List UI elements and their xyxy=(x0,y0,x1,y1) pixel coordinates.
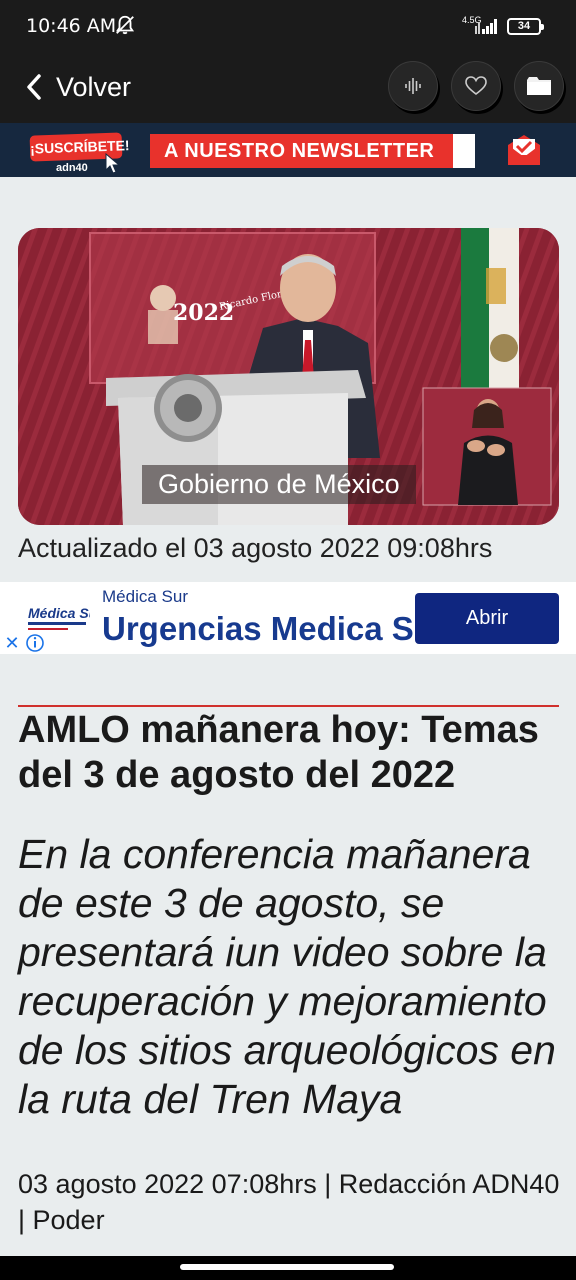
signal-icon xyxy=(475,19,497,34)
mail-icon xyxy=(508,135,540,165)
back-label: Volver xyxy=(56,71,132,102)
back-button[interactable]: Volver xyxy=(24,64,131,110)
cursor-icon xyxy=(105,153,121,174)
newsletter-text: A NUESTRO NEWSLETTER xyxy=(150,134,475,168)
article-meta: 03 agosto 2022 07:08hrs | Redacción ADN4… xyxy=(18,1169,560,1235)
app-bar: Volver xyxy=(0,54,576,123)
ad-info-icon[interactable] xyxy=(24,632,46,654)
section-divider xyxy=(18,705,559,707)
folder-icon xyxy=(527,77,551,95)
heart-icon xyxy=(465,76,487,96)
bell-off-icon xyxy=(115,15,135,35)
ad-advertiser: Médica Sur xyxy=(102,587,188,606)
ad-open-button[interactable]: Abrir xyxy=(415,593,559,644)
listen-button[interactable] xyxy=(388,61,438,111)
chevron-left-icon xyxy=(27,74,41,100)
updated-timestamp: Actualizado el 03 agosto 2022 09:08hrs xyxy=(18,533,493,563)
article-title: AMLO mañanera hoy: Temas del 3 de agosto… xyxy=(18,709,539,796)
article-lead: En la conferencia mañanera de este 3 de … xyxy=(18,831,556,1122)
newsletter-banner[interactable]: ¡SUSCRÍBETE! adn40 A NUESTRO NEWSLETTER xyxy=(0,123,576,177)
ad-headline: Urgencias Medica Sur xyxy=(102,610,420,647)
save-button[interactable] xyxy=(514,61,564,111)
ad-banner[interactable]: Médica Sur Médica Sur Urgencias Medica S… xyxy=(0,582,576,654)
brand-logo: adn40 xyxy=(56,162,88,174)
hero-image[interactable]: 2022 Ricardo Flores Magón Gobierno de Mé… xyxy=(18,228,559,525)
favorite-button[interactable] xyxy=(451,61,501,111)
status-bar: 10:46 AM 4.5G 34 xyxy=(0,0,576,54)
image-caption: Gobierno de México xyxy=(142,465,416,504)
audio-waveform-icon xyxy=(405,78,421,94)
ad-logo-text: Médica Sur xyxy=(28,605,90,621)
status-time: 10:46 AM xyxy=(26,15,117,37)
close-icon[interactable]: ✕ xyxy=(2,632,22,654)
home-indicator[interactable] xyxy=(180,1264,394,1270)
battery-icon: 34 xyxy=(507,18,544,35)
